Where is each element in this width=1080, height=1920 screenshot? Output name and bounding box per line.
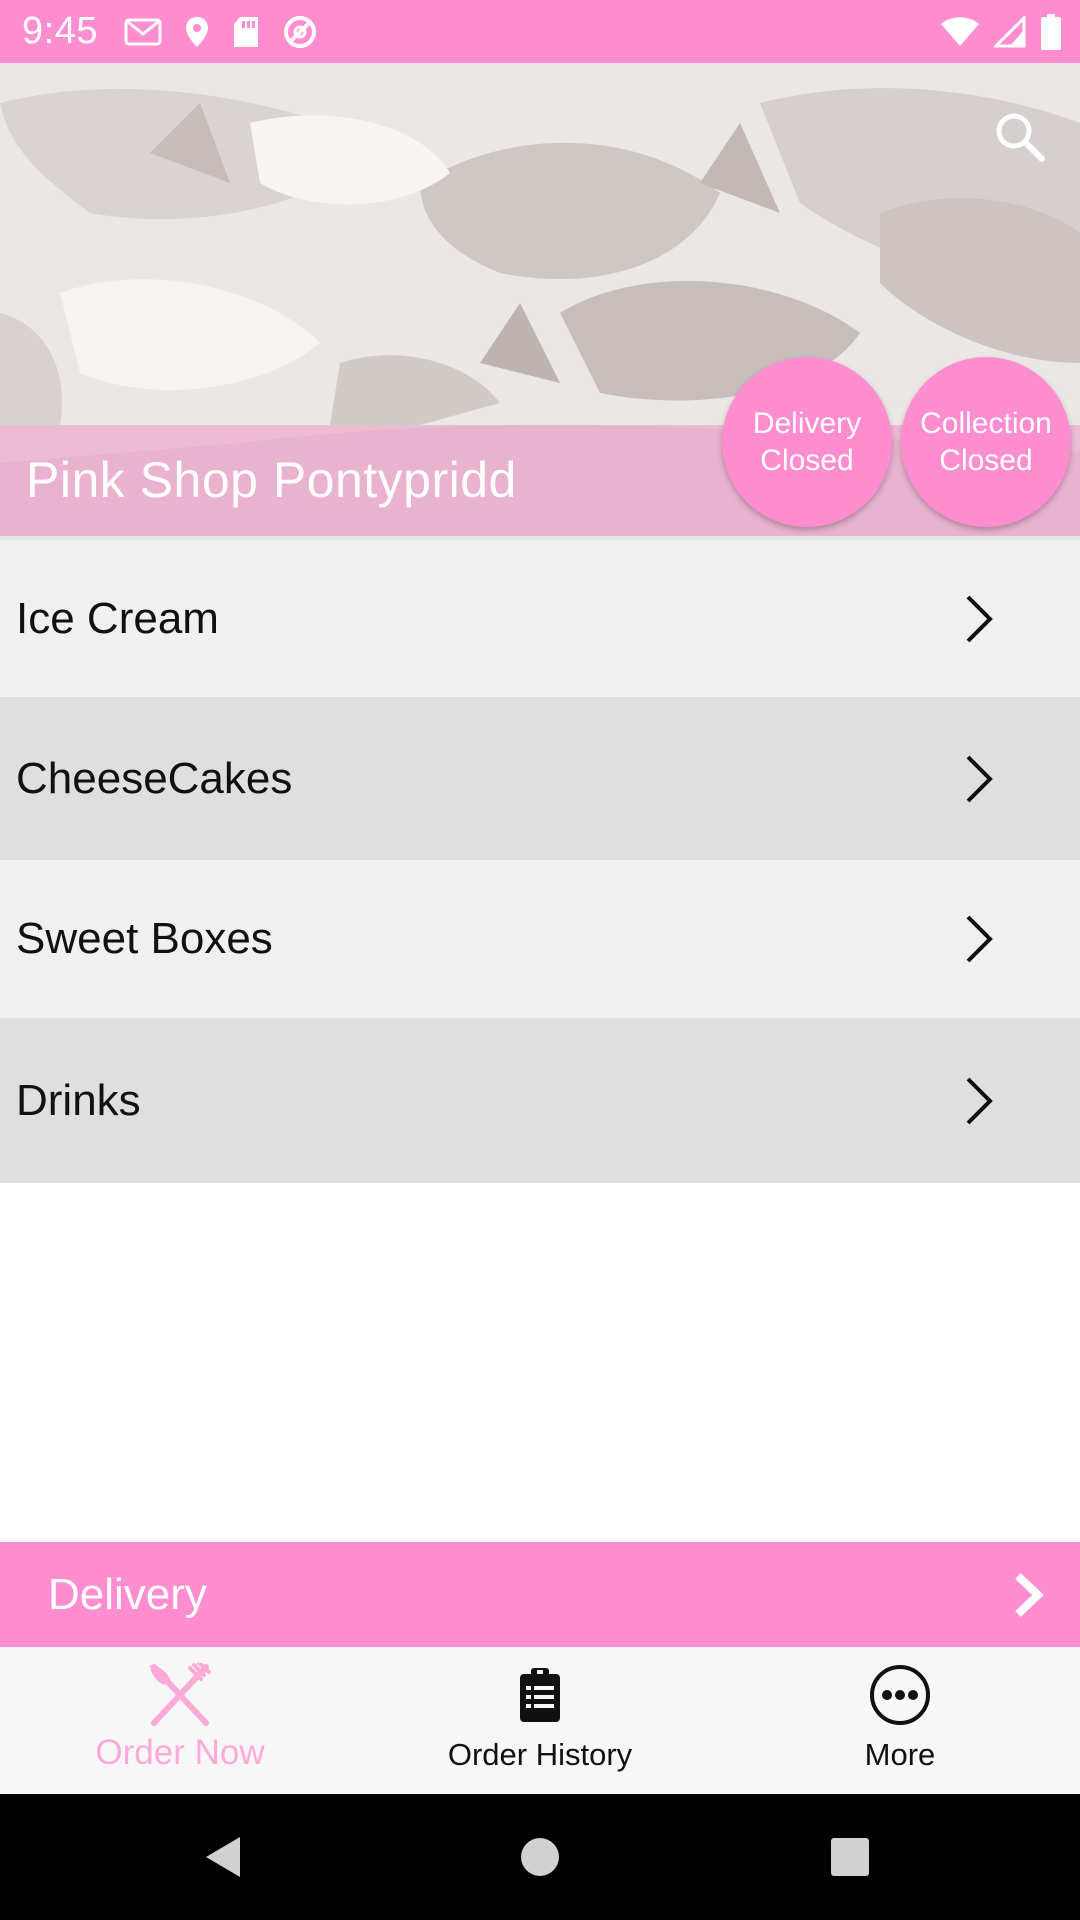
location-icon bbox=[185, 16, 208, 47]
recents-icon[interactable] bbox=[825, 1832, 875, 1882]
system-navigation-bar bbox=[0, 1794, 1080, 1920]
status-time: 9:45 bbox=[22, 10, 98, 52]
status-bar: 9:45 bbox=[0, 0, 1080, 63]
shop-title: Pink Shop Pontypridd bbox=[26, 452, 517, 508]
clipboard-list-icon bbox=[508, 1663, 572, 1727]
sd-card-icon bbox=[233, 16, 258, 47]
nav-more[interactable]: More bbox=[720, 1647, 1080, 1794]
chevron-right-icon bbox=[1015, 1573, 1044, 1617]
status-right-icons bbox=[940, 0, 1062, 63]
bottom-navigation: Order Now Order History More bbox=[0, 1647, 1080, 1794]
shop-hero: Pink Shop Pontypridd Delivery Closed Col… bbox=[0, 63, 1080, 536]
collection-status-line1: Collection bbox=[920, 407, 1052, 440]
chevron-right-icon bbox=[966, 755, 993, 802]
battery-icon bbox=[1041, 13, 1061, 50]
home-icon[interactable] bbox=[515, 1832, 565, 1882]
category-item-sweet-boxes[interactable]: Sweet Boxes bbox=[0, 860, 1080, 1018]
category-label: Ice Cream bbox=[16, 593, 219, 643]
nav-order-history[interactable]: Order History bbox=[360, 1647, 720, 1794]
signal-icon bbox=[994, 15, 1026, 47]
app-screen: 9:45 Pink Shop Pontypridd Delivery Close… bbox=[0, 0, 1080, 1920]
category-item-cheesecakes[interactable]: CheeseCakes bbox=[0, 697, 1080, 860]
chevron-right-icon bbox=[966, 915, 993, 963]
collection-status-badge: Collection Closed bbox=[901, 357, 1071, 527]
nav-label: Order Now bbox=[95, 1733, 265, 1772]
status-left-icons bbox=[124, 14, 318, 50]
nav-label: Order History bbox=[447, 1737, 633, 1772]
search-icon[interactable] bbox=[992, 109, 1046, 163]
category-label: Sweet Boxes bbox=[16, 914, 273, 963]
delivery-mode-button[interactable]: Delivery bbox=[0, 1542, 1080, 1647]
category-label: CheeseCakes bbox=[16, 753, 293, 803]
fork-knife-icon bbox=[148, 1663, 212, 1727]
chevron-right-icon bbox=[966, 595, 993, 642]
gmail-icon bbox=[124, 18, 162, 45]
chevron-right-icon bbox=[966, 1077, 993, 1124]
more-dots-icon bbox=[868, 1663, 932, 1727]
category-list: Ice Cream CheeseCakes Sweet Boxes Drinks bbox=[0, 540, 1080, 1183]
category-item-ice-cream[interactable]: Ice Cream bbox=[0, 540, 1080, 697]
delivery-status-line1: Delivery bbox=[752, 407, 862, 440]
category-label: Drinks bbox=[16, 1075, 141, 1125]
nav-order-now[interactable]: Order Now bbox=[0, 1647, 360, 1794]
collection-status-line2: Closed bbox=[939, 444, 1033, 477]
delivery-mode-label: Delivery bbox=[48, 1569, 207, 1619]
delivery-status-badge: Delivery Closed bbox=[722, 357, 892, 527]
delivery-status-line2: Closed bbox=[760, 444, 854, 477]
wifi-icon bbox=[941, 16, 979, 46]
data-saver-icon bbox=[283, 15, 316, 48]
category-item-drinks[interactable]: Drinks bbox=[0, 1018, 1080, 1183]
back-icon[interactable] bbox=[200, 1832, 250, 1882]
nav-label: More bbox=[864, 1737, 936, 1772]
